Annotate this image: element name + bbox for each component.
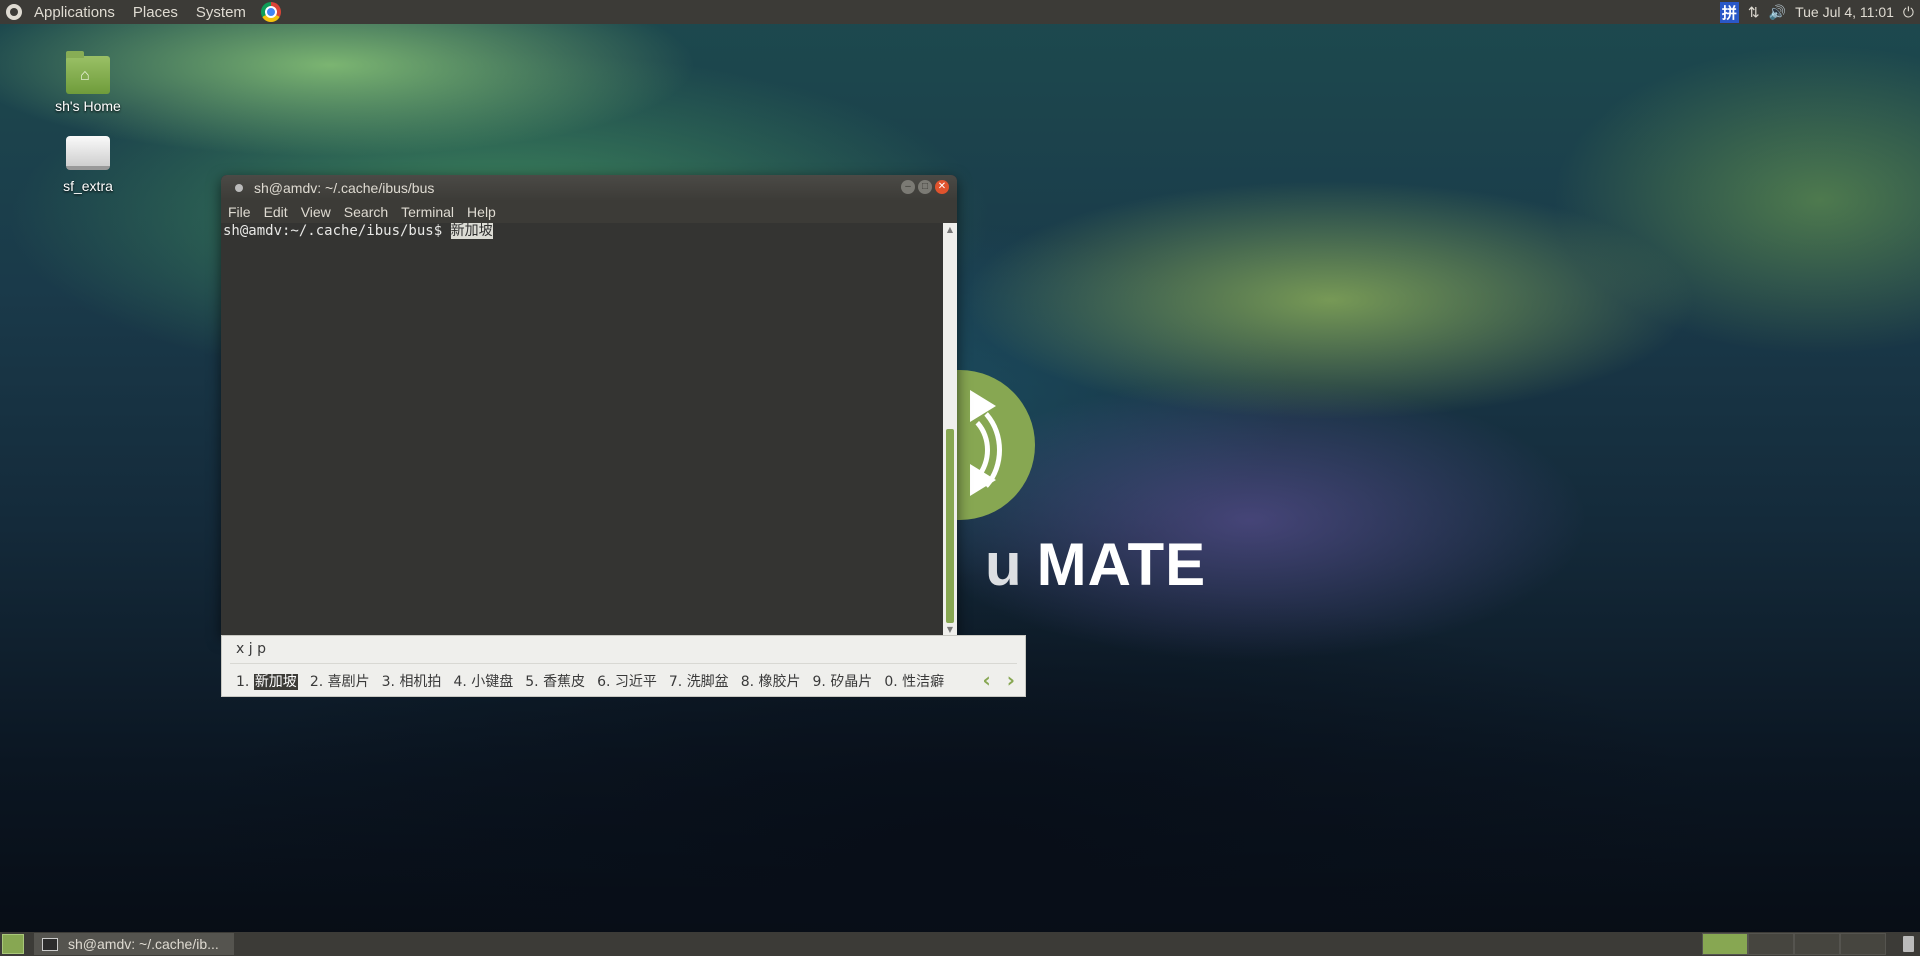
- candidate-number: 5.: [525, 674, 539, 690]
- terminal-titlebar[interactable]: sh@amdv: ~/.cache/ibus/bus – □ ✕: [221, 175, 957, 201]
- candidate-number: 0.: [884, 674, 898, 690]
- candidate-item[interactable]: 5. 香蕉皮: [525, 671, 585, 691]
- ime-preedit-text: 新加坡: [450, 223, 493, 239]
- candidate-text: 橡胶片: [758, 674, 801, 690]
- candidate-item[interactable]: 2. 喜剧片: [310, 671, 370, 691]
- candidate-number: 2.: [309, 674, 324, 690]
- candidate-text: 新加坡: [253, 674, 298, 690]
- candidate-list: 1. 新加坡 2. 喜剧片 3. 相机拍 4. 小键盘 5. 香蕉皮 6. 习近平 7. 洗…: [236, 671, 944, 691]
- candidate-item[interactable]: 4. 小键盘: [453, 671, 513, 691]
- maximize-button[interactable]: □: [918, 180, 932, 194]
- chevron-right-icon[interactable]: ›: [1007, 668, 1015, 692]
- desktop-icon-drive[interactable]: sf_extra: [38, 130, 138, 194]
- taskbar-item-label: sh@amdv: ~/.cache/ib...: [68, 936, 219, 952]
- candidate-number: 3.: [381, 674, 395, 690]
- system-menu[interactable]: System: [187, 4, 255, 21]
- volume-icon[interactable]: 🔊: [1769, 4, 1786, 21]
- candidate-number: 7.: [668, 674, 683, 690]
- places-menu[interactable]: Places: [124, 4, 187, 21]
- desktop-icon-home[interactable]: ⌂ sh's Home: [38, 51, 138, 114]
- menu-view[interactable]: View: [301, 204, 331, 220]
- workspace-2[interactable]: [1748, 933, 1794, 955]
- wallpaper-logo-text: u MATE: [985, 531, 1207, 598]
- shell-prompt: sh@amdv:~/.cache/ibus/bus$: [223, 223, 451, 239]
- ime-indicator-icon[interactable]: 拼: [1719, 1, 1739, 23]
- workspace-3[interactable]: [1794, 933, 1840, 955]
- terminal-window[interactable]: sh@amdv: ~/.cache/ibus/bus – □ ✕ File Ed…: [221, 175, 957, 635]
- candidate-text: 相机拍: [399, 674, 442, 690]
- ibus-input-text: x j p: [236, 641, 266, 657]
- divider: [230, 663, 1017, 664]
- candidate-number: 9.: [812, 674, 826, 690]
- chevron-left-icon[interactable]: ‹: [983, 668, 991, 692]
- terminal-output[interactable]: sh@amdv:~/.cache/ibus/bus$ 新加坡: [221, 223, 943, 635]
- candidate-text: 小键盘: [471, 674, 514, 690]
- candidate-number: 1.: [236, 674, 250, 690]
- desktop: Applications Places System 拼 ⇅ 🔊 Tue Jul…: [0, 0, 1920, 956]
- candidate-number: 4.: [453, 674, 467, 690]
- scrollbar-thumb[interactable]: [946, 429, 954, 623]
- menu-terminal[interactable]: Terminal: [401, 204, 454, 220]
- terminal-window-icon[interactable]: [235, 184, 243, 192]
- applications-menu[interactable]: Applications: [25, 4, 124, 21]
- candidate-text: 喜剧片: [327, 674, 370, 690]
- menu-edit[interactable]: Edit: [264, 204, 288, 220]
- candidate-text: 性洁癖: [902, 674, 945, 690]
- candidate-number: 8.: [740, 674, 755, 690]
- ibus-candidate-window: x j p 1. 新加坡 2. 喜剧片 3. 相机拍 4. 小键盘 5. 香蕉皮 6. 习…: [221, 635, 1026, 697]
- workspace-switcher: [1702, 933, 1886, 955]
- mate-menu-icon[interactable]: [6, 4, 22, 20]
- taskbar-item-terminal[interactable]: sh@amdv: ~/.cache/ib...: [34, 933, 234, 955]
- terminal-scrollbar[interactable]: ▲ ▼: [943, 223, 957, 635]
- workspace-4[interactable]: [1840, 933, 1886, 955]
- candidate-text: 洗脚盆: [686, 674, 729, 690]
- menu-search[interactable]: Search: [344, 204, 388, 220]
- window-title: sh@amdv: ~/.cache/ibus/bus: [254, 180, 435, 196]
- chrome-launcher-icon[interactable]: [260, 2, 281, 22]
- scroll-up-icon[interactable]: ▲: [943, 225, 957, 234]
- desktop-icon-label: sh's Home: [55, 98, 121, 114]
- candidate-text: 香蕉皮: [543, 674, 586, 690]
- drive-icon: [66, 136, 110, 170]
- candidate-item[interactable]: 1. 新加坡: [236, 671, 298, 691]
- terminal-menubar: File Edit View Search Terminal Help: [221, 201, 957, 223]
- home-folder-icon: ⌂: [66, 51, 110, 94]
- candidate-item[interactable]: 8. 橡胶片: [741, 671, 801, 691]
- candidate-item[interactable]: 7. 洗脚盆: [669, 671, 729, 691]
- power-icon[interactable]: ⏻: [1903, 4, 1914, 21]
- top-panel: Applications Places System 拼 ⇅ 🔊 Tue Jul…: [0, 0, 1920, 24]
- network-icon[interactable]: ⇅: [1748, 4, 1760, 21]
- workspace-1[interactable]: [1702, 933, 1748, 955]
- scroll-down-icon[interactable]: ▼: [943, 625, 957, 634]
- desktop-icon-label: sf_extra: [63, 178, 113, 194]
- menu-file[interactable]: File: [228, 204, 251, 220]
- terminal-icon: [42, 937, 58, 951]
- candidate-item[interactable]: 9. 矽晶片: [813, 671, 873, 691]
- candidate-item[interactable]: 0. 性洁癖: [884, 671, 944, 691]
- candidate-item[interactable]: 3. 相机拍: [382, 671, 442, 691]
- trash-icon[interactable]: [1903, 936, 1914, 952]
- minimize-button[interactable]: –: [901, 180, 915, 194]
- candidate-number: 6.: [597, 674, 611, 690]
- bottom-panel: sh@amdv: ~/.cache/ib...: [0, 932, 1920, 956]
- candidate-item[interactable]: 6. 习近平: [597, 671, 657, 691]
- window-controls: – □ ✕: [901, 180, 949, 194]
- candidate-nav: ‹ ›: [983, 668, 1016, 692]
- system-tray: 拼 ⇅ 🔊 Tue Jul 4, 11:01 ⏻: [1719, 1, 1920, 23]
- candidate-text: 矽晶片: [830, 674, 873, 690]
- menu-help[interactable]: Help: [467, 204, 496, 220]
- close-button[interactable]: ✕: [935, 180, 949, 194]
- show-desktop-button[interactable]: [2, 934, 24, 954]
- clock[interactable]: Tue Jul 4, 11:01: [1795, 4, 1894, 20]
- candidate-text: 习近平: [614, 674, 657, 690]
